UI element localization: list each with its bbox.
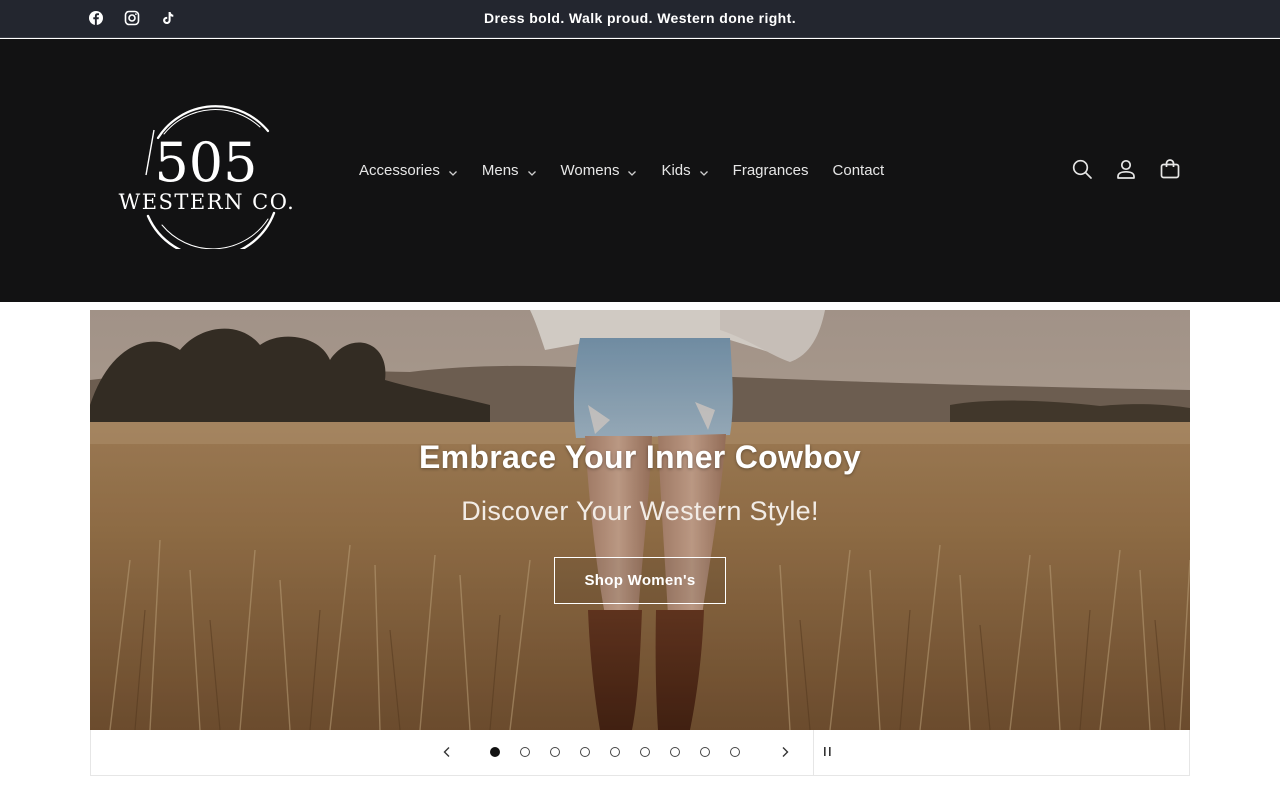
nav-label: Fragrances [732,161,809,179]
nav-label: Mens [481,161,519,179]
hero-slide: Embrace Your Inner Cowboy Discover Your … [90,310,1190,730]
nav-label: Kids [661,161,691,179]
header-icons [1070,157,1182,181]
slide-dot-9[interactable] [730,747,740,757]
nav-label: Contact [832,161,885,179]
nav-item-womens[interactable]: Womens [561,160,638,180]
cart-icon[interactable] [1158,157,1182,181]
chevron-down-icon [627,165,637,176]
nav-item-contact[interactable]: Contact [833,160,885,180]
slide-dot-4[interactable] [580,747,590,757]
logo-number: 505 [154,131,257,194]
nav-item-kids[interactable]: Kids [661,160,708,180]
chevron-down-icon [699,165,709,176]
main-nav: Accessories Mens Womens Kids Fragrances … [359,160,908,180]
controls-divider [813,730,814,776]
pause-icon[interactable] [822,745,834,759]
announcement-text: Dress bold. Walk proud. Western done rig… [483,10,796,26]
nav-item-mens[interactable]: Mens [482,160,537,180]
logo-name: WESTERN CO. [119,190,296,214]
slide-dot-1[interactable] [490,747,500,757]
nav-item-accessories[interactable]: Accessories [359,160,458,180]
chevron-down-icon [527,165,537,176]
announcement-bar: Dress bold. Walk proud. Western done rig… [0,0,1280,38]
nav-label: Accessories [359,161,440,179]
slide-dot-5[interactable] [610,747,620,757]
slide-dot-2[interactable] [520,747,530,757]
hero-subtitle: Discover Your Western Style! [461,496,819,526]
search-icon[interactable] [1070,157,1094,181]
account-icon[interactable] [1114,157,1138,181]
shop-womens-button[interactable]: Shop Women's [554,557,726,604]
slide-dots [490,747,740,757]
previous-slide-button[interactable] [439,744,455,760]
nav-label: Womens [560,161,620,179]
slide-dot-6[interactable] [640,747,650,757]
hero-title: Embrace Your Inner Cowboy [419,439,861,475]
brand-logo[interactable]: 505 WESTERN CO. [118,101,300,259]
slide-dot-3[interactable] [550,747,560,757]
site-header: 505 WESTERN CO. Accessories Mens Womens … [0,39,1280,302]
slideshow-controls [90,730,1190,776]
next-slide-button[interactable] [777,744,793,760]
slide-dot-7[interactable] [670,747,680,757]
nav-item-fragrances[interactable]: Fragrances [733,160,809,180]
chevron-down-icon [448,165,458,176]
slide-dot-8[interactable] [700,747,710,757]
